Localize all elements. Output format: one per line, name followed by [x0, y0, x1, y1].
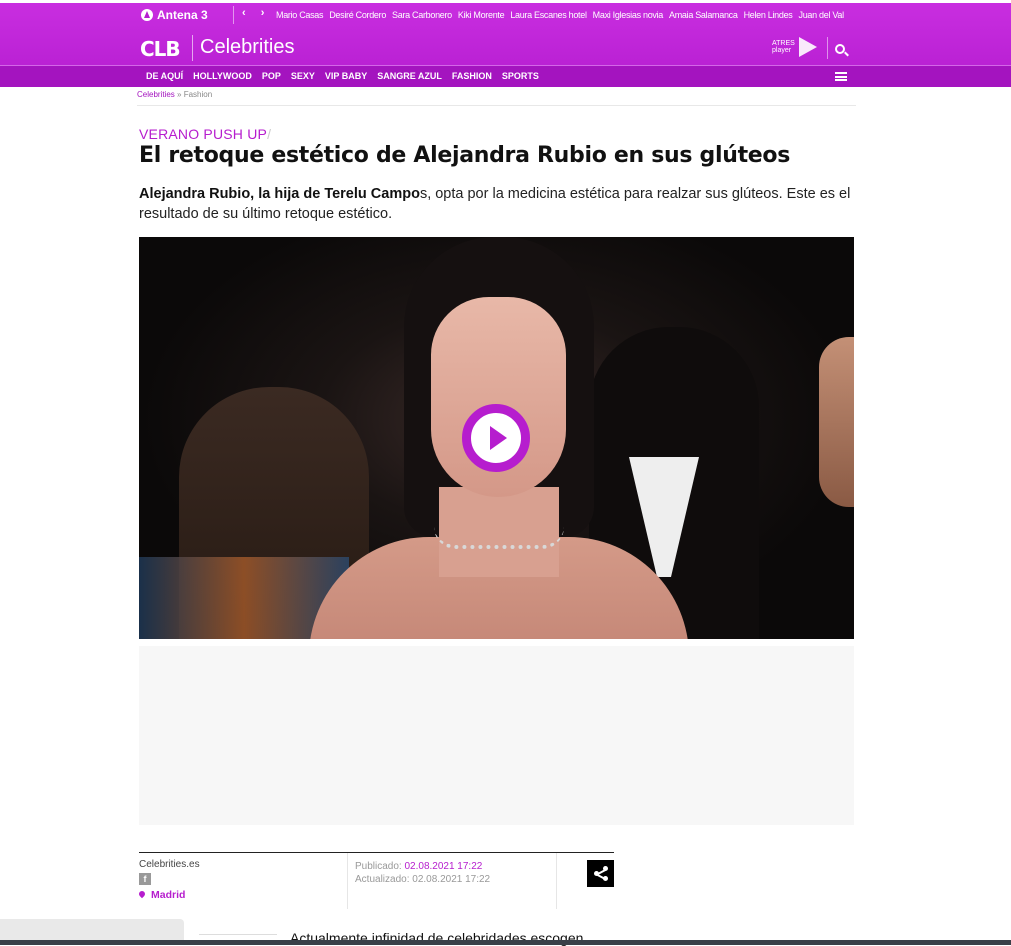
- divider: [233, 6, 234, 24]
- ad-placeholder: [139, 646, 854, 825]
- atresplayer-label-2: player: [772, 47, 792, 54]
- trending-link[interactable]: Kiki Morente: [458, 10, 505, 20]
- section-link-de-aqui[interactable]: DE AQUÍ: [146, 71, 183, 81]
- atresplayer-label-1: ATRES: [772, 40, 795, 47]
- video-necklace: [434, 527, 564, 549]
- pin-icon: [137, 889, 147, 899]
- trending-link[interactable]: Mario Casas: [276, 10, 324, 20]
- trending-list: Mario Casas Desiré Cordero Sara Carboner…: [276, 10, 844, 20]
- updated-date: 02.08.2021 17:22: [412, 874, 491, 885]
- divider: [192, 35, 193, 61]
- section-link-sangre-azul[interactable]: SANGRE AZUL: [377, 71, 442, 81]
- published-row: Publicado: 02.08.2021 17:22: [355, 860, 490, 873]
- updated-row: Actualizado: 02.08.2021 17:22: [355, 873, 490, 886]
- site-header: Antena 3 ‹ › Mario Casas Desiré Cordero …: [0, 3, 1011, 87]
- location-label: Madrid: [151, 889, 186, 901]
- trending-link[interactable]: Maxi Iglesias novia: [593, 10, 664, 20]
- trending-link[interactable]: Laura Escanes hotel: [510, 10, 587, 20]
- trending-link[interactable]: Desiré Cordero: [329, 10, 386, 20]
- section-link-hollywood[interactable]: HOLLYWOOD: [193, 71, 252, 81]
- kicker-separator: /: [267, 126, 272, 142]
- trending-link[interactable]: Helen Lindes: [744, 10, 793, 20]
- breadcrumb-root-link[interactable]: Celebrities: [137, 90, 175, 99]
- divider: [556, 853, 557, 909]
- trending-nav-arrows[interactable]: ‹ ›: [242, 7, 270, 19]
- atresplayer-logo[interactable]: ATRES player: [772, 37, 817, 57]
- facebook-icon[interactable]: f: [139, 873, 151, 885]
- divider: [199, 934, 277, 935]
- section-link-sports[interactable]: SPORTS: [502, 71, 539, 81]
- breadcrumb-separator: »: [177, 90, 182, 99]
- atresplayer-icon: [799, 37, 817, 57]
- subhead-bold: Alejandra Rubio, la hija de Terelu Campo: [139, 186, 420, 202]
- divider: [139, 852, 614, 853]
- section-link-fashion[interactable]: FASHION: [452, 71, 492, 81]
- video-person-far-right: [819, 337, 854, 507]
- published-label: Publicado:: [355, 861, 402, 872]
- trending-link[interactable]: Juan del Val: [799, 10, 845, 20]
- updated-label: Actualizado:: [355, 874, 410, 885]
- bottom-bar: [0, 940, 1011, 945]
- brand-bar: CLB Celebrities ATRES player: [0, 27, 1011, 63]
- clb-logo[interactable]: CLB: [140, 37, 181, 61]
- antena3-icon: [141, 9, 153, 21]
- kicker-label: VERANO PUSH UP: [139, 126, 268, 142]
- menu-icon[interactable]: [835, 72, 847, 81]
- search-icon[interactable]: [835, 44, 845, 54]
- divider: [827, 37, 828, 59]
- share-icon[interactable]: [587, 860, 614, 887]
- section-link-sexy[interactable]: SEXY: [291, 71, 315, 81]
- divider: [347, 853, 348, 909]
- article-kicker: VERANO PUSH UP/: [139, 126, 271, 142]
- antena3-logo[interactable]: Antena 3: [141, 7, 208, 23]
- play-icon[interactable]: [462, 404, 530, 472]
- section-link-pop[interactable]: POP: [262, 71, 281, 81]
- site-title[interactable]: Celebrities: [200, 36, 294, 59]
- video-player[interactable]: [139, 237, 854, 639]
- trending-link[interactable]: Sara Carbonero: [392, 10, 452, 20]
- antena3-label: Antena 3: [157, 8, 208, 22]
- breadcrumb: Celebrities » Fashion: [137, 90, 212, 99]
- article-dates: Publicado: 02.08.2021 17:22 Actualizado:…: [355, 860, 490, 886]
- divider: [137, 105, 856, 106]
- section-list: DE AQUÍ HOLLYWOOD POP SEXY VIP BABY SANG…: [146, 71, 539, 81]
- article-headline: El retoque estético de Alejandra Rubio e…: [139, 143, 791, 168]
- article-subhead: Alejandra Rubio, la hija de Terelu Campo…: [139, 184, 851, 224]
- published-date: 02.08.2021 17:22: [404, 861, 483, 872]
- breadcrumb-current[interactable]: Fashion: [184, 90, 212, 99]
- section-link-vip-baby[interactable]: VIP BABY: [325, 71, 367, 81]
- article-location: Madrid: [137, 889, 186, 901]
- network-bar: Antena 3 ‹ › Mario Casas Desiré Cordero …: [0, 3, 1011, 27]
- trending-link[interactable]: Amaia Salamanca: [669, 10, 738, 20]
- section-nav: DE AQUÍ HOLLYWOOD POP SEXY VIP BABY SANG…: [0, 65, 1011, 87]
- article-source: Celebrities.es: [139, 859, 200, 870]
